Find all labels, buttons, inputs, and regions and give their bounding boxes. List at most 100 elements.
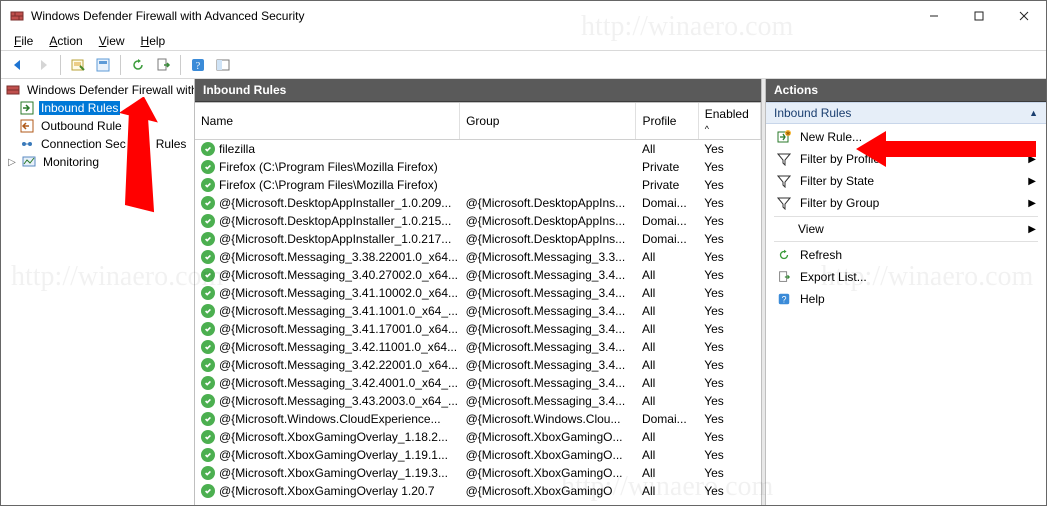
help-button[interactable]: ?: [187, 54, 209, 76]
cell-name: @{Microsoft.Messaging_3.41.10002.0_x64..…: [195, 284, 460, 302]
cell-profile: All: [636, 392, 698, 410]
cell-name-text: Firefox (C:\Program Files\Mozilla Firefo…: [219, 160, 438, 174]
table-row[interactable]: @{Microsoft.Messaging_3.43.2003.0_x64_..…: [195, 392, 761, 410]
properties-button[interactable]: [67, 54, 89, 76]
action-help[interactable]: ? Help: [770, 288, 1042, 310]
cell-name-text: @{Microsoft.Messaging_3.43.2003.0_x64_..…: [219, 394, 458, 408]
expand-icon[interactable]: ▷: [7, 157, 17, 168]
tree-pane: Windows Defender Firewall with Inbound R…: [1, 79, 195, 505]
col-group[interactable]: Group: [460, 103, 636, 140]
cell-enabled: Yes: [698, 320, 760, 338]
show-hide-pane-button[interactable]: [212, 54, 234, 76]
cell-enabled: Yes: [698, 464, 760, 482]
action-filter-profile-label: Filter by Profile: [800, 152, 880, 166]
cell-name: @{Microsoft.Messaging_3.41.1001.0_x64_..…: [195, 302, 460, 320]
submenu-arrow-icon: ▶: [1028, 224, 1036, 235]
table-row[interactable]: @{Microsoft.Windows.CloudExperience...@{…: [195, 410, 761, 428]
cell-name: @{Microsoft.XboxGamingOverlay_1.18.2...: [195, 428, 460, 446]
table-row[interactable]: @{Microsoft.DesktopAppInstaller_1.0.209.…: [195, 194, 761, 212]
action-export[interactable]: Export List...: [770, 266, 1042, 288]
rules-table-wrap[interactable]: Name Group Profile Enabled ^ filezillaAl…: [195, 102, 761, 505]
action-new-rule[interactable]: ✱ New Rule...: [770, 126, 1042, 148]
menu-action[interactable]: Action: [42, 33, 89, 49]
col-profile[interactable]: Profile: [636, 103, 698, 140]
cell-name-text: @{Microsoft.XboxGamingOverlay_1.18.2...: [219, 430, 448, 444]
cell-name-text: @{Microsoft.Messaging_3.42.22001.0_x64..…: [219, 358, 458, 372]
cell-enabled: Yes: [698, 284, 760, 302]
table-row[interactable]: @{Microsoft.DesktopAppInstaller_1.0.217.…: [195, 230, 761, 248]
tree-inbound-rules[interactable]: Inbound Rules: [1, 99, 194, 117]
table-row[interactable]: @{Microsoft.XboxGamingOverlay 1.20.7@{Mi…: [195, 482, 761, 500]
monitoring-icon: [21, 154, 37, 170]
table-row[interactable]: @{Microsoft.XboxGamingOverlay_1.19.3...@…: [195, 464, 761, 482]
tree-outbound-label: Outbound Rule: [39, 119, 124, 133]
forward-button[interactable]: [32, 54, 54, 76]
action-export-label: Export List...: [800, 270, 867, 284]
back-button[interactable]: [7, 54, 29, 76]
svg-text:?: ?: [782, 295, 787, 305]
col-enabled[interactable]: Enabled ^: [698, 103, 760, 140]
cell-enabled: Yes: [698, 194, 760, 212]
tree-monitoring[interactable]: ▷ Monitoring: [1, 153, 194, 171]
main-area: Windows Defender Firewall with Inbound R…: [1, 79, 1046, 505]
help-icon: ?: [776, 291, 792, 307]
cell-group: @{Microsoft.Messaging_3.4...: [460, 338, 636, 356]
tree-monitoring-label: Monitoring: [41, 155, 101, 169]
menu-file-label: ile: [21, 34, 33, 48]
table-row[interactable]: @{Microsoft.XboxGamingOverlay_1.19.1...@…: [195, 446, 761, 464]
table-row[interactable]: @{Microsoft.Messaging_3.40.27002.0_x64..…: [195, 266, 761, 284]
action-filter-group[interactable]: Filter by Group ▶: [770, 192, 1042, 214]
table-row[interactable]: Firefox (C:\Program Files\Mozilla Firefo…: [195, 158, 761, 176]
firewall-app-icon: [9, 8, 25, 24]
action-filter-state[interactable]: Filter by State ▶: [770, 170, 1042, 192]
minimize-button[interactable]: [911, 1, 956, 31]
tree-root[interactable]: Windows Defender Firewall with: [1, 81, 194, 99]
table-row[interactable]: @{Microsoft.Messaging_3.38.22001.0_x64..…: [195, 248, 761, 266]
action-view[interactable]: View ▶: [770, 219, 1042, 239]
cell-group: [460, 176, 636, 194]
table-row[interactable]: filezillaAllYes: [195, 140, 761, 159]
separator: [774, 216, 1038, 217]
cell-group: @{Microsoft.Messaging_3.4...: [460, 320, 636, 338]
table-row[interactable]: @{Microsoft.Messaging_3.41.1001.0_x64_..…: [195, 302, 761, 320]
separator: [774, 241, 1038, 242]
cell-profile: All: [636, 266, 698, 284]
table-row[interactable]: @{Microsoft.XboxGamingOverlay_1.18.2...@…: [195, 428, 761, 446]
cell-name: @{Microsoft.DesktopAppInstaller_1.0.209.…: [195, 194, 460, 212]
table-row[interactable]: @{Microsoft.Messaging_3.42.11001.0_x64..…: [195, 338, 761, 356]
maximize-button[interactable]: [956, 1, 1001, 31]
tree-connection-security[interactable]: Connection Sec Rules: [1, 135, 194, 153]
refresh-button[interactable]: [127, 54, 149, 76]
cell-profile: All: [636, 284, 698, 302]
tree-outbound-rules[interactable]: Outbound Rule: [1, 117, 194, 135]
table-row[interactable]: @{Microsoft.Messaging_3.42.4001.0_x64_..…: [195, 374, 761, 392]
close-button[interactable]: [1001, 1, 1046, 31]
table-row[interactable]: @{Microsoft.DesktopAppInstaller_1.0.215.…: [195, 212, 761, 230]
menu-help[interactable]: Help: [134, 33, 173, 49]
allow-icon: [201, 250, 215, 264]
svg-text:✱: ✱: [785, 131, 790, 138]
table-row[interactable]: Firefox (C:\Program Files\Mozilla Firefo…: [195, 176, 761, 194]
table-row[interactable]: @{Microsoft.Messaging_3.41.10002.0_x64..…: [195, 284, 761, 302]
actions-section-header[interactable]: Inbound Rules ▲: [766, 102, 1046, 124]
allow-icon: [201, 304, 215, 318]
col-name[interactable]: Name: [195, 103, 460, 140]
cell-group: @{Microsoft.Messaging_3.3...: [460, 248, 636, 266]
action-refresh[interactable]: Refresh: [770, 244, 1042, 266]
action-filter-state-label: Filter by State: [800, 174, 874, 188]
cell-group: @{Microsoft.DesktopAppIns...: [460, 194, 636, 212]
allow-icon: [201, 178, 215, 192]
cell-name: @{Microsoft.Messaging_3.41.17001.0_x64..…: [195, 320, 460, 338]
action-filter-profile[interactable]: Filter by Profile ▶: [770, 148, 1042, 170]
allow-icon: [201, 214, 215, 228]
cell-enabled: Yes: [698, 392, 760, 410]
cell-group: @{Microsoft.XboxGamingO...: [460, 464, 636, 482]
menu-view[interactable]: View: [92, 33, 132, 49]
table-row[interactable]: @{Microsoft.Messaging_3.41.17001.0_x64..…: [195, 320, 761, 338]
filter-button[interactable]: [92, 54, 114, 76]
cell-name-text: @{Microsoft.DesktopAppInstaller_1.0.217.…: [219, 232, 451, 246]
actions-header: Actions: [766, 79, 1046, 102]
export-button[interactable]: [152, 54, 174, 76]
table-row[interactable]: @{Microsoft.Messaging_3.42.22001.0_x64..…: [195, 356, 761, 374]
menu-file[interactable]: File: [7, 33, 40, 49]
